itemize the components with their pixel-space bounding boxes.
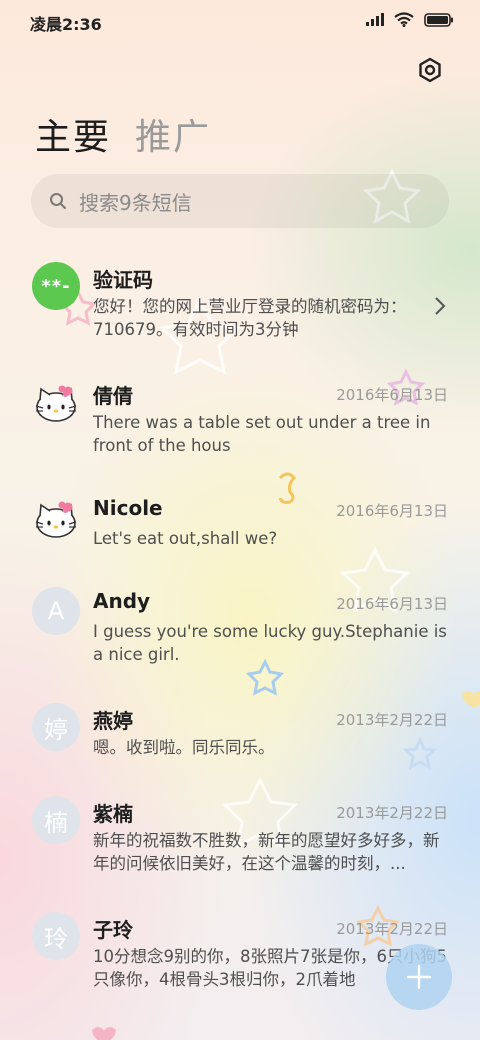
message-date: 2013年2月22日 bbox=[336, 920, 448, 938]
message-item[interactable]: 倩倩 2016年6月13日 There was a table set out … bbox=[0, 364, 480, 480]
message-preview: 嗯。收到啦。同乐同乐。 bbox=[93, 738, 275, 757]
message-preview: 新年的祝福数不胜数，新年的愿望好多好多，新年的问候依旧美好，在这个温馨的时刻，.… bbox=[93, 831, 440, 873]
avatar: 玲 bbox=[32, 912, 80, 960]
tab-bar: 主要 推广 bbox=[35, 108, 211, 160]
message-date: 2016年6月13日 bbox=[336, 595, 448, 613]
avatar: A bbox=[32, 587, 80, 635]
search-placeholder: 搜索9条短信 bbox=[79, 190, 192, 215]
message-preview: Let's eat out,shall we? bbox=[93, 529, 278, 548]
compose-button[interactable] bbox=[386, 944, 452, 1010]
contact-name: 验证码 bbox=[93, 268, 153, 292]
tab-promo[interactable]: 推广 bbox=[135, 108, 211, 160]
message-item[interactable]: A Andy 2016年6月13日 I guess you're some lu… bbox=[0, 573, 480, 689]
message-date: 2013年2月22日 bbox=[336, 804, 448, 822]
search-icon bbox=[50, 193, 66, 209]
contact-name: 子玲 bbox=[93, 918, 133, 942]
contact-name: Andy bbox=[93, 589, 151, 613]
contact-name: 倩倩 bbox=[93, 384, 133, 408]
status-icons bbox=[366, 12, 454, 27]
contact-name: Nicole bbox=[93, 496, 163, 520]
message-date: 2016年6月13日 bbox=[336, 502, 448, 520]
avatar: **- bbox=[32, 262, 80, 310]
hello-kitty-icon bbox=[35, 385, 77, 422]
status-bar: 凌晨2:36 bbox=[0, 0, 480, 42]
avatar: 婷 bbox=[32, 703, 80, 751]
tab-main[interactable]: 主要 bbox=[35, 108, 111, 160]
hello-kitty-icon bbox=[35, 501, 77, 538]
message-list: **- 验证码 您好！您的网上营业厅登录的随机密码为：710679。有效时间为3… bbox=[0, 248, 480, 1014]
message-item[interactable]: Nicole 2016年6月13日 Let's eat out,shall we… bbox=[0, 480, 480, 573]
avatar: 楠 bbox=[32, 796, 80, 844]
signal-icon bbox=[366, 13, 384, 26]
plus-icon bbox=[406, 964, 432, 990]
message-preview: There was a table set out under a tree i… bbox=[93, 413, 431, 455]
search-bar[interactable]: 搜索9条短信 bbox=[31, 174, 449, 228]
contact-name: 燕婷 bbox=[93, 709, 133, 733]
message-date: 2016年6月13日 bbox=[336, 386, 448, 404]
wifi-icon bbox=[394, 12, 414, 27]
contact-name: 紫楠 bbox=[93, 802, 133, 826]
message-item[interactable]: **- 验证码 您好！您的网上营业厅登录的随机密码为：710679。有效时间为3… bbox=[0, 248, 480, 364]
hello-kitty-avatar bbox=[32, 378, 80, 426]
message-preview: 您好！您的网上营业厅登录的随机密码为：710679。有效时间为3分钟 bbox=[93, 297, 407, 339]
message-item[interactable]: 婷 燕婷 2013年2月22日 嗯。收到啦。同乐同乐。 bbox=[0, 689, 480, 782]
chevron-right-icon[interactable] bbox=[434, 296, 446, 316]
message-preview: I guess you're some lucky guy.Stephanie … bbox=[93, 622, 447, 664]
message-item[interactable]: 楠 紫楠 2013年2月22日 新年的祝福数不胜数，新年的愿望好多好多，新年的问… bbox=[0, 782, 480, 898]
settings-gear-icon[interactable] bbox=[416, 56, 444, 84]
status-time: 凌晨2:36 bbox=[30, 15, 102, 34]
battery-icon bbox=[424, 12, 453, 27]
message-date: 2013年2月22日 bbox=[336, 711, 448, 729]
hello-kitty-avatar bbox=[32, 494, 80, 542]
